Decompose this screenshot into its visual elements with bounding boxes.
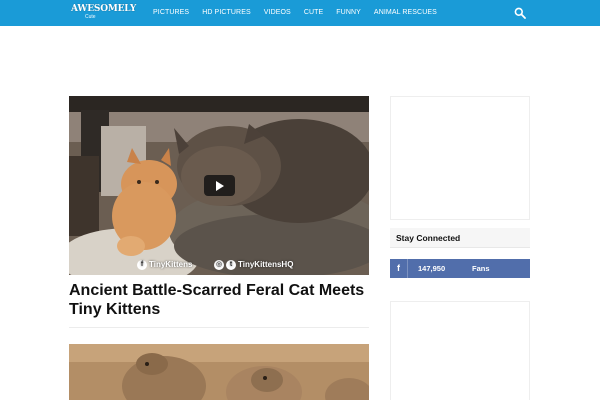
logo-sub-text: Cute [85,14,96,20]
article-title[interactable]: Ancient Battle-Scarred Feral Cat Meets T… [69,281,369,319]
second-article-thumbnail[interactable] [69,344,369,400]
nav-item-videos[interactable]: VIDEOS [264,0,291,26]
watermark-social: ◎ t TinyKittensHQ [214,259,293,270]
play-icon[interactable] [204,175,235,196]
sidebar-ad-box-lower [390,301,530,400]
watermark-right-text: TinyKittensHQ [238,260,294,269]
nav-item-animal-rescues[interactable]: ANIMAL RESCUES [374,0,437,26]
site-logo[interactable]: AWESOMELY Cute [71,4,136,22]
logo-main-text: AWESOMELY [71,4,137,14]
nav-item-pictures[interactable]: PICTURES [153,0,189,26]
facebook-icon: f [390,259,408,278]
top-navigation-bar: AWESOMELY Cute PICTURES HD PICTURES VIDE… [0,0,600,26]
facebook-logo-icon: f [137,259,147,270]
sidebar-ad-box [390,96,530,220]
search-icon[interactable] [514,7,526,19]
nav-item-hd-pictures[interactable]: HD PICTURES [202,0,251,26]
nav-item-cute[interactable]: CUTE [304,0,323,26]
divider [69,327,369,328]
stay-connected-heading: Stay Connected [390,228,530,248]
main-nav: PICTURES HD PICTURES VIDEOS CUTE FUNNY A… [153,0,450,26]
watermark-left-text: TinyKittens [149,260,193,269]
twitter-logo-icon: t [226,259,236,270]
nav-item-funny[interactable]: FUNNY [336,0,361,26]
watermark-facebook: f TinyKittens [137,259,192,270]
prairie-dogs-image [69,344,369,400]
facebook-fans-label: Fans [472,264,490,273]
facebook-fans-button[interactable]: f 147,950 Fans [390,259,530,278]
instagram-logo-icon: ◎ [214,259,224,270]
video-thumbnail[interactable]: f TinyKittens ◎ t TinyKittensHQ [69,96,369,275]
facebook-fan-count: 147,950 [418,264,446,273]
stay-connected-label: Stay Connected [396,233,461,243]
